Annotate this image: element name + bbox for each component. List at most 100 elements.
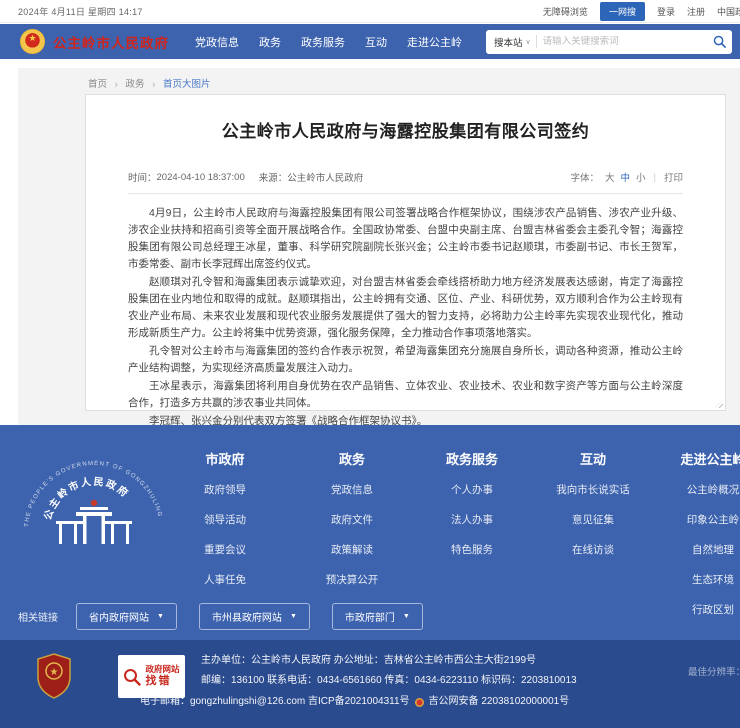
dropdown-label: 市政府部门	[345, 609, 395, 624]
nav-item-services[interactable]: 政务服务	[301, 34, 345, 50]
nav-item-interaction[interactable]: 互动	[365, 34, 387, 50]
footer-link[interactable]: 法人办事	[412, 512, 532, 527]
footer-col-government: 政务 党政信息 政府文件 政策解读 预决算公开	[292, 449, 412, 602]
postcode-phone-line: 邮编：136100 联系电话：0434-6561660 传真：0434-6223…	[201, 671, 577, 691]
source-value: 公主岭市人民政府	[287, 170, 363, 184]
footer-col-title[interactable]: 走进公主岭	[653, 449, 740, 468]
breadcrumb-separator: ›	[152, 79, 155, 90]
breadcrumb: 首页 › 政务 › 首页大图片	[88, 76, 210, 90]
footer-col-city-gov: 市政府 政府领导 领导活动 重要会议 人事任免	[165, 449, 285, 602]
divider	[128, 193, 683, 194]
footer-link[interactable]: 印象公主岭	[653, 512, 740, 527]
footer-link[interactable]: 领导活动	[165, 512, 285, 527]
footer-link[interactable]: 在线访谈	[523, 542, 663, 557]
site-header: 公主岭市人民政府 党政信息 政务 政务服务 互动 走进公主岭 搜本站 ∨	[0, 24, 740, 59]
chevron-down-icon: ∨	[526, 38, 531, 46]
breadcrumb-government[interactable]: 政务	[125, 79, 144, 90]
main-nav: 党政信息 政务 政务服务 互动 走进公主岭	[195, 34, 462, 50]
footer-link[interactable]: 公主岭概况	[653, 482, 740, 497]
find-error-magnifier-icon	[123, 668, 141, 686]
footer-col-title[interactable]: 互动	[523, 449, 663, 468]
font-size-label: 字体：	[570, 170, 599, 184]
paragraph: 4月9日，公主岭市人民政府与海露控股集团有限公司签署战略合作框架协议，围绕涉农产…	[128, 205, 683, 273]
resolution-note: 最佳分辨率：1920*1080	[688, 664, 740, 678]
search-input[interactable]	[537, 36, 706, 47]
search-icon	[713, 35, 726, 48]
resize-handle[interactable]	[715, 400, 723, 408]
footer-emblem: THE PEOPLE'S GOVERNMENT OF GONGZHULING 公…	[14, 439, 174, 569]
article-title: 公主岭市人民政府与海露控股集团有限公司签约	[128, 117, 683, 142]
footer-link[interactable]: 意见征集	[523, 512, 663, 527]
dropdown-province-sites[interactable]: 省内政府网站 ▼	[76, 603, 177, 630]
footer-col-interaction: 互动 我向市长说实话 意见征集 在线访谈	[523, 449, 663, 572]
footer-col-about: 走进公主岭 公主岭概况 印象公主岭 自然地理 生态环境 行政区划	[653, 449, 740, 632]
dropdown-label: 省内政府网站	[89, 609, 149, 624]
footer-col-title[interactable]: 政务	[292, 449, 412, 468]
footer-link[interactable]: 我向市长说实话	[523, 482, 663, 497]
caret-down-icon: ▼	[403, 613, 410, 620]
contact-info: 主办单位：公主岭市人民政府 办公地址：吉林省公主岭市西公主大街2199号 邮编：…	[201, 651, 577, 691]
paragraph: 王冰星表示，海露集团将利用自身优势在农产品销售、立体农业、农业技术、农业和数字资…	[128, 378, 683, 412]
footer-link[interactable]: 党政信息	[292, 482, 412, 497]
footer-link[interactable]: 政策解读	[292, 542, 412, 557]
login-link[interactable]: 登录	[657, 5, 675, 18]
font-size-large[interactable]: 大	[605, 170, 615, 184]
top-utility-bar: 2024年 4月11日 星期四 14:17 无障碍浏览 一网搜 登录 注册 中国…	[0, 0, 740, 23]
dropdown-county-sites[interactable]: 市州县政府网站 ▼	[199, 603, 310, 630]
footer-link[interactable]: 行政区划	[653, 602, 740, 617]
party-gov-shield-icon: ★	[36, 653, 72, 704]
article-card: 公主岭市人民政府与海露控股集团有限公司签约 时间： 2024-04-10 18:…	[85, 94, 726, 411]
footer-link[interactable]: 人事任免	[165, 572, 285, 587]
breadcrumb-separator: ›	[115, 79, 118, 90]
breadcrumb-home[interactable]: 首页	[88, 79, 107, 90]
footer-link[interactable]: 特色服务	[412, 542, 532, 557]
footer-link[interactable]: 生态环境	[653, 572, 740, 587]
footer-col-title[interactable]: 市政府	[165, 449, 285, 468]
dropdown-departments[interactable]: 市政府部门 ▼	[332, 603, 423, 630]
footer-col-services: 政务服务 个人办事 法人办事 特色服务	[412, 449, 532, 572]
security-filing-text[interactable]: 吉公网安备 22038102000001号	[429, 692, 570, 712]
national-emblem-icon	[20, 29, 45, 54]
footer-link[interactable]: 重要会议	[165, 542, 285, 557]
footer-link[interactable]: 政府文件	[292, 512, 412, 527]
nav-item-about-city[interactable]: 走进公主岭	[407, 34, 462, 50]
host-address-line: 主办单位：公主岭市人民政府 办公地址：吉林省公主岭市西公主大街2199号	[201, 651, 577, 671]
footer-link[interactable]: 自然地理	[653, 542, 740, 557]
public-security-badge-icon	[415, 698, 424, 707]
footer-link[interactable]: 政府领导	[165, 482, 285, 497]
site-footer: THE PEOPLE'S GOVERNMENT OF GONGZHULING 公…	[0, 425, 740, 640]
datetime-text: 2024年 4月11日 星期四 14:17	[18, 5, 143, 18]
paragraph: 孔令智对公主岭市与海露集团的签约合作表示祝贺，希望海露集团充分施展自身所长，调动…	[128, 343, 683, 377]
caret-down-icon: ▼	[157, 613, 164, 620]
china-gov-link[interactable]: 中国政府网	[717, 5, 740, 18]
footer-col-title[interactable]: 政务服务	[412, 449, 532, 468]
find-error-text-bottom: 找错	[145, 675, 179, 688]
accessibility-link[interactable]: 无障碍浏览	[543, 5, 588, 18]
city-gate-emblem-icon: THE PEOPLE'S GOVERNMENT OF GONGZHULING 公…	[14, 439, 174, 564]
font-size-small[interactable]: 小	[636, 170, 646, 184]
caret-down-icon: ▼	[290, 613, 297, 620]
font-size-medium[interactable]: 中	[620, 170, 630, 184]
source-label: 来源：	[259, 170, 288, 184]
related-links-label: 相关链接	[18, 609, 58, 624]
one-search-button[interactable]: 一网搜	[600, 2, 645, 21]
nav-item-government[interactable]: 政务	[259, 34, 281, 50]
footer-link[interactable]: 预决算公开	[292, 572, 412, 587]
time-value: 2024-04-10 18:37:00	[157, 172, 245, 183]
footer-link[interactable]: 个人办事	[412, 482, 532, 497]
related-links-row: 相关链接 省内政府网站 ▼ 市州县政府网站 ▼ 市政府部门 ▼	[18, 603, 445, 630]
dropdown-label: 市州县政府网站	[212, 609, 282, 624]
breadcrumb-current: 首页大图片	[163, 79, 211, 90]
nav-item-party-info[interactable]: 党政信息	[195, 34, 239, 50]
search-box: 搜本站 ∨	[486, 30, 732, 54]
article-body: 4月9日，公主岭市人民政府与海露控股集团有限公司签署战略合作框架协议，围绕涉农产…	[128, 205, 683, 430]
email-icp-text: 电子邮箱：gongzhulingshi@126.com 吉ICP备2021004…	[140, 692, 410, 712]
page: 2024年 4月11日 星期四 14:17 无障碍浏览 一网搜 登录 注册 中国…	[0, 0, 740, 728]
time-label: 时间：	[128, 170, 157, 184]
search-button[interactable]	[706, 30, 732, 54]
divider: |	[654, 172, 656, 183]
find-error-text-top: 政府网站	[145, 665, 179, 675]
search-scope-select[interactable]: 搜本站	[494, 35, 523, 49]
print-button[interactable]: 打印	[664, 170, 683, 184]
register-link[interactable]: 注册	[687, 5, 705, 18]
